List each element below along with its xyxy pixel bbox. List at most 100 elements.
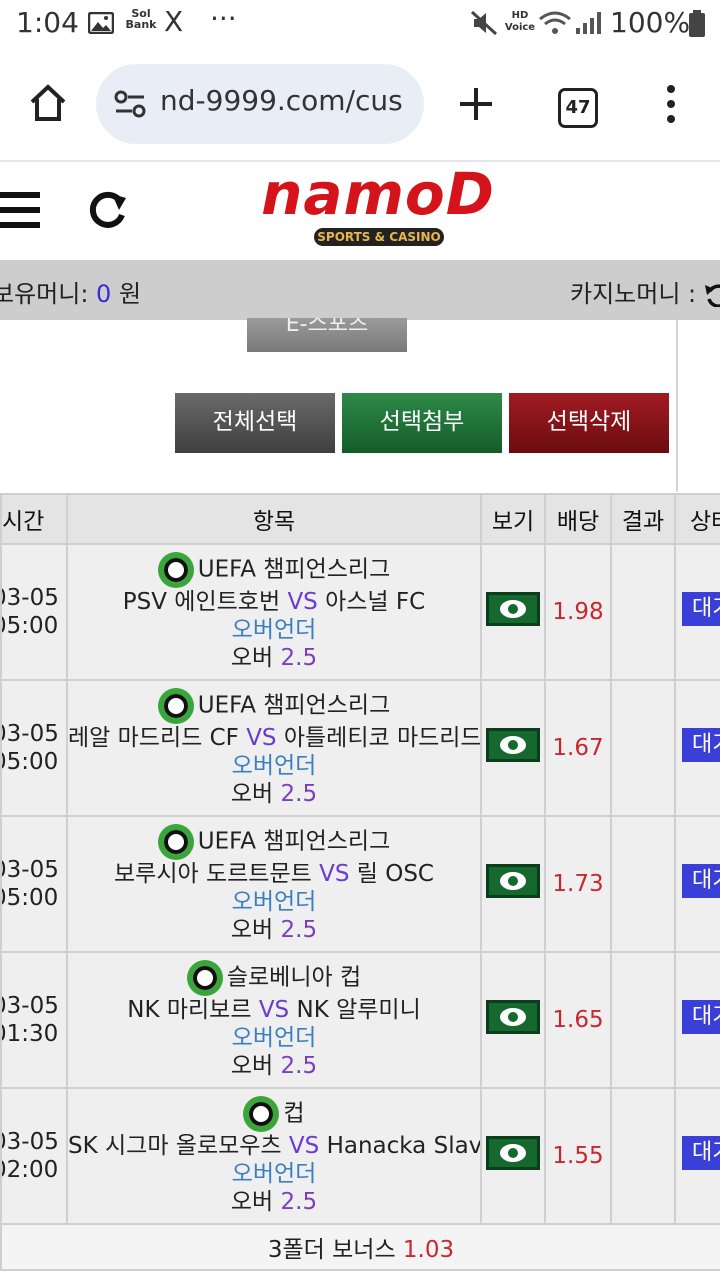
- address-bar[interactable]: nd-9999.com/cus: [96, 64, 424, 144]
- state-badge: 대기: [682, 592, 720, 626]
- home-icon[interactable]: [28, 84, 68, 122]
- money-bar: 보유머니: 0 원 카지노머니 :: [0, 260, 720, 320]
- eye-view-icon[interactable]: [486, 1136, 540, 1170]
- result-cell: [610, 543, 676, 681]
- time-cell: 03-0501:30: [0, 951, 68, 1089]
- vs-label: VS: [287, 589, 318, 615]
- soccer-ball-icon: [186, 960, 223, 996]
- browser-toolbar: nd-9999.com/cus 47: [0, 50, 720, 162]
- line-value: 2.5: [280, 1053, 318, 1079]
- state-badge: 대기: [682, 1000, 720, 1034]
- header-odds: 배당: [544, 493, 612, 545]
- wifi-icon: [539, 11, 571, 34]
- line-value: 2.5: [280, 917, 318, 943]
- eye-view-icon[interactable]: [486, 728, 540, 762]
- market-label: 오버언더: [231, 753, 317, 779]
- row-date: 03-05: [3, 721, 59, 747]
- pick-label: 오버: [230, 781, 274, 807]
- refresh-icon[interactable]: [86, 188, 130, 232]
- battery-icon: [689, 10, 705, 37]
- gallery-icon: [88, 12, 114, 34]
- odds-value: 1.67: [544, 679, 612, 817]
- row-date: 03-05: [3, 993, 59, 1019]
- view-cell: [480, 815, 546, 953]
- line-value: 2.5: [280, 645, 318, 671]
- bonus-row: 3폴더 보너스 1.03: [0, 1223, 720, 1271]
- header-item: 항목: [66, 493, 482, 545]
- state-cell: 대기: [674, 543, 720, 681]
- row-date: 03-05: [3, 1129, 59, 1155]
- bonus-value: 1.03: [402, 1237, 455, 1263]
- soccer-ball-icon: [157, 824, 194, 860]
- home-team: 레알 마드리드 CF: [68, 725, 239, 751]
- bonus-label: 3폴더 보너스: [267, 1237, 396, 1263]
- new-tab-icon[interactable]: [458, 86, 494, 122]
- line-value: 2.5: [280, 1189, 318, 1215]
- state-badge: 대기: [682, 864, 720, 898]
- market-label: 오버언더: [231, 1025, 317, 1051]
- eye-view-icon[interactable]: [486, 864, 540, 898]
- state-badge: 대기: [682, 728, 720, 762]
- header-state: 상태: [674, 493, 720, 545]
- table-row: 03-0505:00 UEFA 챔피언스리그 PSV 에인트호번 VS 아스널 …: [0, 543, 720, 681]
- casino-money-label: 카지노머니 :: [570, 280, 697, 308]
- home-team: 보루시아 도르트문트: [114, 861, 312, 887]
- site-logo[interactable]: namoD: [250, 162, 506, 226]
- result-cell: [610, 679, 676, 817]
- market-label: 오버언더: [231, 1161, 317, 1187]
- battery-percent: 100%: [610, 6, 691, 39]
- odds-value: 1.65: [544, 951, 612, 1089]
- view-cell: [480, 951, 546, 1089]
- eye-view-icon[interactable]: [486, 592, 540, 626]
- table-row: 03-0501:30 슬로베니아 컵 NK 마리보르 VS NK 알루미니 오버…: [0, 951, 720, 1089]
- table-row: 03-0505:00 UEFA 챔피언스리그 보루시아 도르트문트 VS 릴 O…: [0, 815, 720, 953]
- away-team: Hanacka Slav: [326, 1133, 481, 1159]
- home-team: NK 마리보르: [127, 997, 252, 1023]
- more-notifications-icon: ···: [210, 2, 237, 35]
- away-team: 릴 OSC: [356, 861, 434, 887]
- header-view: 보기: [480, 493, 546, 545]
- home-team: SK 시그마 올로모우츠: [68, 1133, 282, 1159]
- item-cell: UEFA 챔피언스리그 레알 마드리드 CF VS 아틀레티코 마드리드 오버언…: [66, 679, 482, 817]
- line-value: 2.5: [280, 781, 318, 807]
- row-date: 03-05: [3, 857, 59, 883]
- away-team: 아틀레티코 마드리드: [283, 725, 481, 751]
- balance-label: 보유머니:: [0, 280, 89, 308]
- state-cell: 대기: [674, 1087, 720, 1225]
- result-cell: [610, 1087, 676, 1225]
- row-date: 03-05: [3, 585, 59, 611]
- select-all-button[interactable]: 전체선택: [175, 393, 335, 453]
- menu-kebab-icon[interactable]: [664, 84, 678, 124]
- url-text[interactable]: nd-9999.com/cus: [160, 84, 403, 117]
- row-time: 05:00: [3, 885, 59, 911]
- row-time: 01:30: [3, 1021, 59, 1047]
- site-header: namoD SPORTS & CASINO: [0, 162, 720, 260]
- casino-money-display: 카지노머니 :: [570, 274, 720, 309]
- eye-view-icon[interactable]: [486, 1000, 540, 1034]
- attach-selected-button[interactable]: 선택첨부: [342, 393, 502, 453]
- delete-selected-button[interactable]: 선택삭제: [509, 393, 669, 453]
- result-cell: [610, 951, 676, 1089]
- table-header-row: 시간 항목 보기 배당 결과 상태: [0, 493, 720, 545]
- soccer-ball-icon: [157, 688, 194, 724]
- soccer-ball-icon: [243, 1096, 280, 1132]
- esports-tab-button[interactable]: E-스포츠: [247, 318, 407, 352]
- status-bar: 1:04 Sol Bank X ··· HD Voice 100%: [0, 0, 720, 50]
- vs-label: VS: [288, 1133, 320, 1159]
- refresh-casino-icon[interactable]: [704, 283, 720, 308]
- tab-switcher-button[interactable]: 47: [558, 88, 598, 128]
- x-app-icon: X: [164, 5, 184, 38]
- market-label: 오버언더: [231, 617, 317, 643]
- item-cell: 슬로베니아 컵 NK 마리보르 VS NK 알루미니 오버언더 오버 2.5: [66, 951, 482, 1089]
- pick-label: 오버: [230, 917, 274, 943]
- header-time: 시간: [0, 493, 68, 545]
- home-team: PSV 에인트호번: [122, 589, 281, 615]
- result-cell: [610, 815, 676, 953]
- view-cell: [480, 543, 546, 681]
- balance-value: 0: [96, 280, 112, 308]
- hamburger-menu-icon[interactable]: [0, 190, 42, 230]
- vs-label: VS: [258, 997, 290, 1023]
- pick-label: 오버: [230, 1189, 274, 1215]
- site-settings-icon[interactable]: [114, 90, 146, 118]
- clock: 1:04: [16, 6, 79, 39]
